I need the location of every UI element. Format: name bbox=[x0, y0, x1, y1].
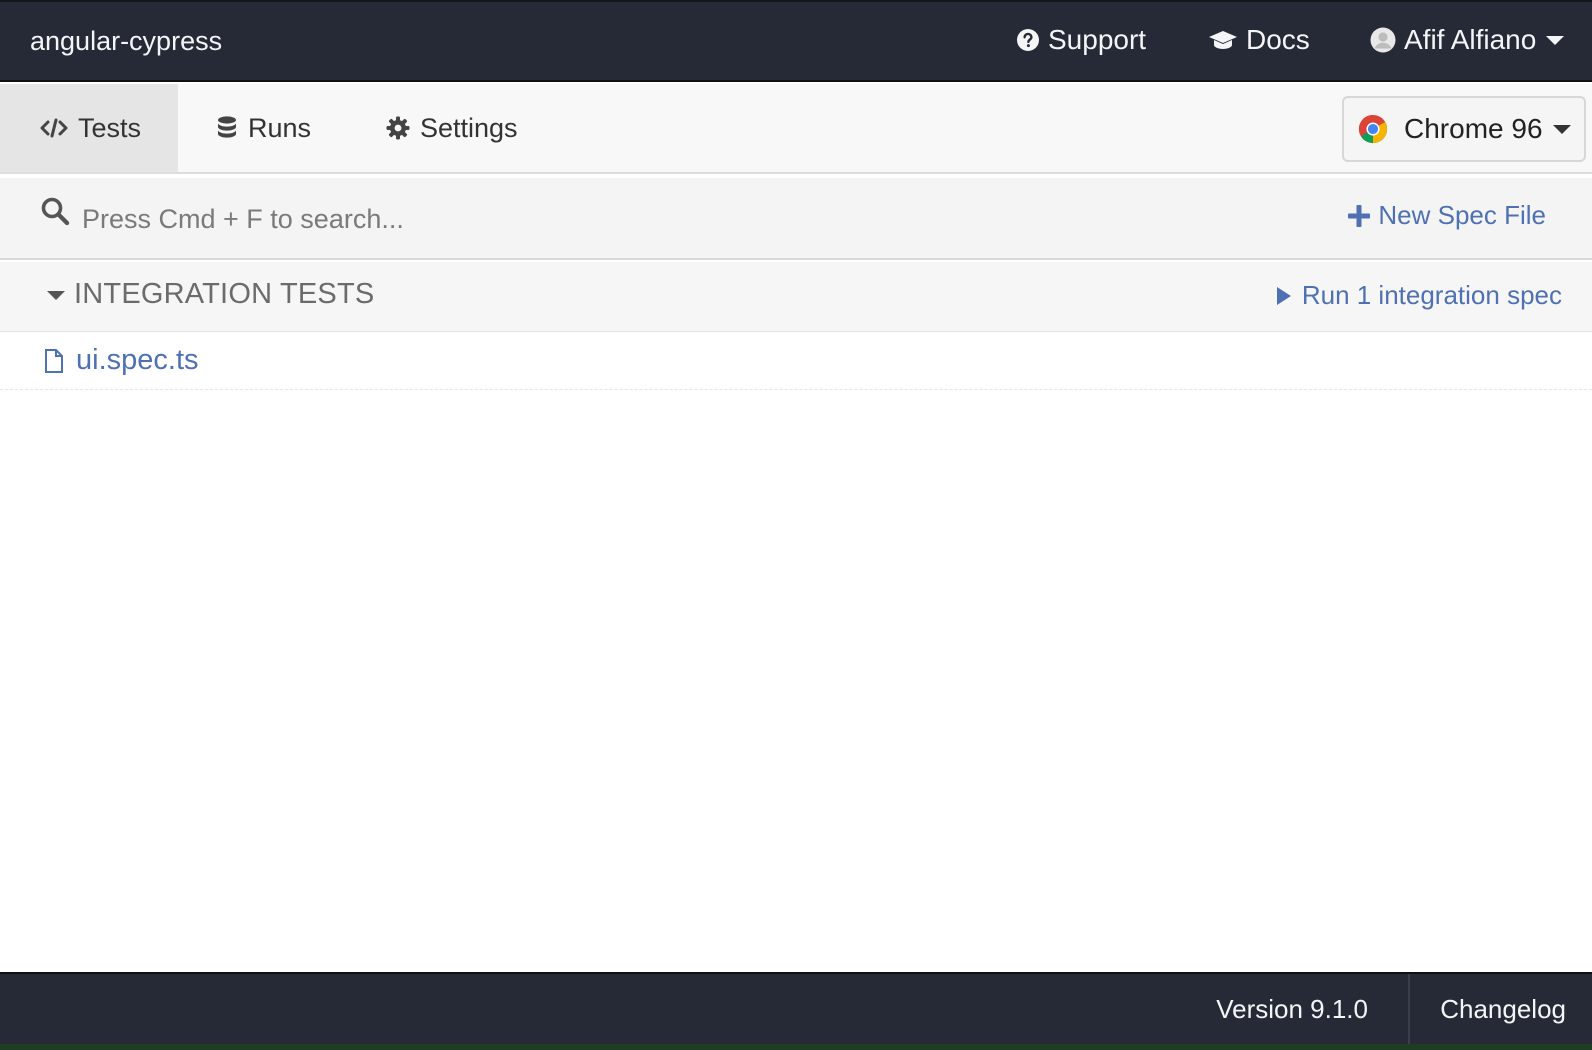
spec-file-name: ui.spec.ts bbox=[76, 344, 199, 376]
docs-link[interactable]: Docs bbox=[1208, 24, 1310, 56]
question-circle-icon bbox=[1017, 29, 1039, 51]
user-avatar-icon bbox=[1370, 27, 1396, 53]
tab-settings[interactable]: Settings bbox=[386, 84, 518, 172]
project-name: angular-cypress bbox=[30, 26, 223, 56]
tab-label: Settings bbox=[420, 112, 518, 143]
tab-label: Tests bbox=[78, 112, 142, 143]
user-menu[interactable]: Afif Alfiano bbox=[1370, 24, 1566, 56]
search-input[interactable] bbox=[80, 196, 784, 242]
changelog-link[interactable]: Changelog bbox=[1440, 994, 1566, 1025]
integration-tests-title: INTEGRATION TESTS bbox=[74, 278, 375, 310]
top-header: angular-cypress Support Docs Afif Alfian bbox=[0, 0, 1592, 82]
footer-divider bbox=[1408, 974, 1410, 1044]
tab-label: Runs bbox=[248, 112, 312, 143]
support-label: Support bbox=[1048, 24, 1147, 55]
graduation-cap-icon bbox=[1209, 31, 1237, 49]
new-spec-label: New Spec File bbox=[1378, 200, 1546, 230]
browser-selector[interactable]: Chrome 96 bbox=[1342, 96, 1586, 162]
caret-down-icon bbox=[1546, 36, 1565, 45]
docs-label: Docs bbox=[1246, 24, 1310, 55]
code-icon bbox=[40, 118, 68, 138]
tabs-bar: Tests Runs Settings Chrome 96 bbox=[0, 84, 1592, 174]
spec-file-row[interactable]: ui.spec.ts bbox=[0, 332, 1592, 390]
search-bar: New Spec File bbox=[0, 178, 1592, 260]
footer-bar: Version 9.1.0 Changelog bbox=[0, 972, 1592, 1044]
browser-label: Chrome 96 bbox=[1404, 113, 1543, 144]
play-icon bbox=[1276, 286, 1291, 305]
plus-icon bbox=[1348, 204, 1371, 227]
caret-down-icon bbox=[47, 290, 65, 300]
tab-tests[interactable]: Tests bbox=[0, 84, 178, 172]
support-link[interactable]: Support bbox=[1016, 24, 1146, 56]
integration-tests-header[interactable]: INTEGRATION TESTS Run 1 integration spec bbox=[0, 262, 1592, 332]
version-label[interactable]: Version 9.1.0 bbox=[1216, 994, 1368, 1025]
new-spec-file-button[interactable]: New Spec File bbox=[1348, 200, 1546, 231]
caret-down-icon bbox=[1552, 125, 1571, 134]
tab-runs[interactable]: Runs bbox=[216, 84, 311, 172]
integration-tests-toggle[interactable]: INTEGRATION TESTS bbox=[46, 278, 374, 311]
chrome-icon bbox=[1358, 114, 1388, 144]
run-integration-specs-button[interactable]: Run 1 integration spec bbox=[1276, 280, 1562, 311]
user-name: Afif Alfiano bbox=[1404, 24, 1537, 55]
run-label: Run 1 integration spec bbox=[1301, 280, 1562, 310]
database-icon bbox=[218, 116, 236, 138]
gear-icon bbox=[386, 116, 410, 140]
file-icon bbox=[45, 348, 63, 373]
cypress-app-window: angular-cypress Support Docs Afif Alfian bbox=[0, 0, 1592, 1044]
search-icon bbox=[41, 197, 70, 226]
